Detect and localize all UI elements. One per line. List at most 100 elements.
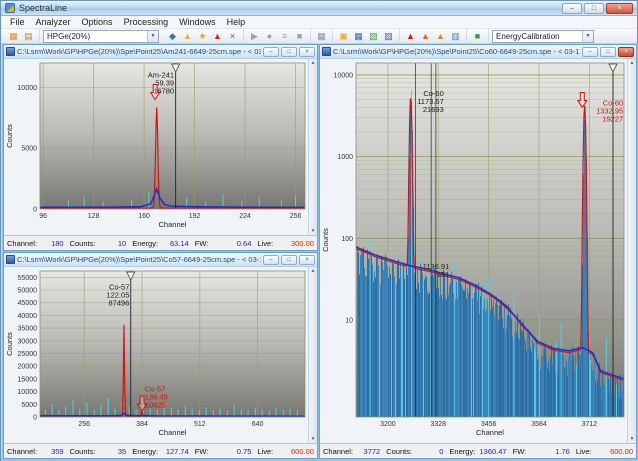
child-maximize-button[interactable]: □ — [600, 47, 616, 57]
monitor-icon[interactable]: ▥ — [448, 30, 463, 43]
plot-area[interactable]: 3200332834563584371210100100010000Channe… — [320, 59, 636, 443]
mdi-workspace: C:\Lsrm\Work\GP\HPGe(20%)\Spe\Point25\Am… — [2, 44, 638, 461]
status-bar: Channel:3772Counts:0Energy:1360.47FW:1.7… — [320, 443, 636, 458]
main-titlebar[interactable]: SpectraLine – □ × — [1, 1, 637, 16]
plot-scrollbar[interactable]: ▲ ▼ — [308, 59, 317, 235]
peak-search-icon[interactable]: ▲ — [180, 30, 195, 43]
svg-text:Counts: Counts — [321, 228, 330, 252]
peak-flag-icon[interactable]: ▲ — [210, 30, 225, 43]
child-maximize-button[interactable]: □ — [281, 47, 297, 57]
peak-clear-icon[interactable]: × — [225, 30, 240, 43]
child-minimize-button[interactable]: – — [582, 47, 598, 57]
chevron-down-icon[interactable]: ▼ — [582, 31, 593, 42]
svg-text:15000: 15000 — [18, 376, 38, 383]
menu-file[interactable]: File — [5, 17, 30, 27]
status-channel: Channel:180 — [4, 239, 67, 248]
scroll-down-icon[interactable]: ▼ — [311, 436, 316, 442]
svg-text:96: 96 — [39, 213, 47, 220]
spectraline-window: SpectraLine – □ × FileAnalyzerOptionsPro… — [0, 0, 638, 461]
menu-analyzer[interactable]: Analyzer — [31, 17, 76, 27]
status-fw: FW:0.64 — [192, 239, 255, 248]
scroll-down-icon[interactable]: ▼ — [630, 436, 635, 442]
child-close-button[interactable]: × — [618, 47, 634, 57]
scroll-up-icon[interactable]: ▲ — [311, 268, 316, 274]
detector-combo[interactable]: HPGe(20%) ▼ — [43, 30, 159, 43]
child-window-title: C:\Lsrm\Work\GP\HPGe(20%)\Spe\Point25\Co… — [333, 47, 580, 56]
minimize-button[interactable]: – — [562, 3, 582, 14]
menu-windows[interactable]: Windows — [174, 17, 221, 27]
stop-icon[interactable]: ■ — [292, 30, 307, 43]
svg-text:151: 151 — [437, 270, 450, 279]
save-icon[interactable]: ▦ — [351, 30, 366, 43]
child-titlebar[interactable]: C:\Lsrm\Work\GP\HPGe(20%)\Spe\Point25\Co… — [4, 253, 317, 267]
svg-text:192: 192 — [189, 213, 201, 220]
spectrum-file-icon — [6, 47, 15, 56]
spectrum-file-icon — [6, 255, 15, 264]
svg-text:0: 0 — [33, 415, 37, 422]
child-close-button[interactable]: × — [299, 255, 315, 265]
menu-processing[interactable]: Processing — [119, 17, 174, 27]
child-maximize-button[interactable]: □ — [281, 255, 297, 265]
svg-text:21693: 21693 — [423, 105, 444, 114]
svg-text:Counts: Counts — [5, 124, 14, 148]
status-counts: Counts:10 — [67, 239, 130, 248]
app-icon — [5, 3, 15, 13]
status-live: Live:600.00 — [573, 447, 636, 456]
peak-fit-icon[interactable]: ▲ — [418, 30, 433, 43]
spectrum-window-co60: C:\Lsrm\Work\GP\HPGe(20%)\Spe\Point25\Co… — [319, 44, 637, 459]
menu-help[interactable]: Help — [222, 17, 251, 27]
plot-scrollbar[interactable]: ▲ ▼ — [627, 59, 636, 443]
child-minimize-button[interactable]: – — [263, 255, 279, 265]
svg-text:20000: 20000 — [18, 364, 38, 371]
svg-text:10825: 10825 — [145, 400, 166, 409]
svg-text:40000: 40000 — [18, 313, 38, 320]
pause-icon[interactable]: ≡ — [277, 30, 292, 43]
svg-text:3584: 3584 — [531, 421, 547, 428]
cascade-windows-icon[interactable]: ▦ — [6, 30, 21, 43]
calibration-combo[interactable]: EnergyCalibration ▼ — [492, 30, 594, 43]
child-close-button[interactable]: × — [299, 47, 315, 57]
svg-text:87496: 87496 — [109, 299, 130, 308]
peak-marker-icon[interactable]: ▲ — [403, 30, 418, 43]
svg-text:10000: 10000 — [18, 389, 38, 396]
detector-icon[interactable]: ◆ — [165, 30, 180, 43]
svg-text:35000: 35000 — [18, 326, 38, 333]
spectrum-plot-am241[interactable]: 961281601922242560500010000ChannelCounts… — [4, 59, 317, 235]
peak-area-icon[interactable]: ▲ — [433, 30, 448, 43]
maximize-button[interactable]: □ — [584, 3, 604, 14]
nuclide-icon[interactable]: ■ — [470, 30, 485, 43]
svg-text:160: 160 — [138, 213, 150, 220]
status-live: Live:600.00 — [254, 447, 317, 456]
child-titlebar[interactable]: C:\Lsrm\Work\GP\HPGe(20%)\Spe\Point25\Co… — [320, 45, 636, 59]
child-titlebar[interactable]: C:\Lsrm\Work\GP\HPGe(20%)\Spe\Point25\Am… — [4, 45, 317, 59]
plot-area[interactable]: 961281601922242560500010000ChannelCounts… — [4, 59, 317, 235]
status-bar: Channel:359Counts:35Energy:127.74FW:0.75… — [4, 443, 317, 458]
export-image-icon[interactable]: ▨ — [381, 30, 396, 43]
spectrum-plot-co60[interactable]: 3200332834563584371210100100010000Channe… — [320, 59, 636, 443]
child-window-title: C:\Lsrm\Work\GP\HPGe(20%)\Spe\Point25\Co… — [17, 255, 261, 264]
spectrum-file-icon — [322, 47, 331, 56]
spectrum-window-co57: C:\Lsrm\Work\GP\HPGe(20%)\Spe\Point25\Co… — [3, 252, 318, 459]
record-icon[interactable]: ● — [262, 30, 277, 43]
menu-options[interactable]: Options — [77, 17, 118, 27]
child-minimize-button[interactable]: – — [263, 47, 279, 57]
plot-area[interactable]: 2563845126400500010000150002000025000300… — [4, 267, 317, 443]
close-button[interactable]: × — [606, 3, 633, 14]
report-image-icon[interactable]: ▧ — [366, 30, 381, 43]
spectra-table-icon[interactable]: ▤ — [21, 30, 36, 43]
toolbar-group-files: ▣▦▧▨ — [333, 29, 400, 44]
scroll-down-icon[interactable]: ▼ — [311, 228, 316, 234]
play-icon[interactable]: ▶ — [247, 30, 262, 43]
svg-text:256: 256 — [78, 421, 90, 428]
chevron-down-icon[interactable]: ▼ — [147, 31, 158, 42]
svg-text:5000: 5000 — [21, 402, 37, 409]
svg-text:19227: 19227 — [602, 115, 623, 124]
svg-text:224: 224 — [239, 213, 251, 220]
peak-star-icon[interactable]: ★ — [195, 30, 210, 43]
plot-scrollbar[interactable]: ▲ ▼ — [308, 267, 317, 443]
open-folder-icon[interactable]: ▣ — [336, 30, 351, 43]
spectrum-plot-co57[interactable]: 2563845126400500010000150002000025000300… — [4, 267, 317, 443]
view-grid-icon[interactable]: ▦ — [314, 30, 329, 43]
scroll-up-icon[interactable]: ▲ — [630, 60, 635, 66]
scroll-up-icon[interactable]: ▲ — [311, 60, 316, 66]
